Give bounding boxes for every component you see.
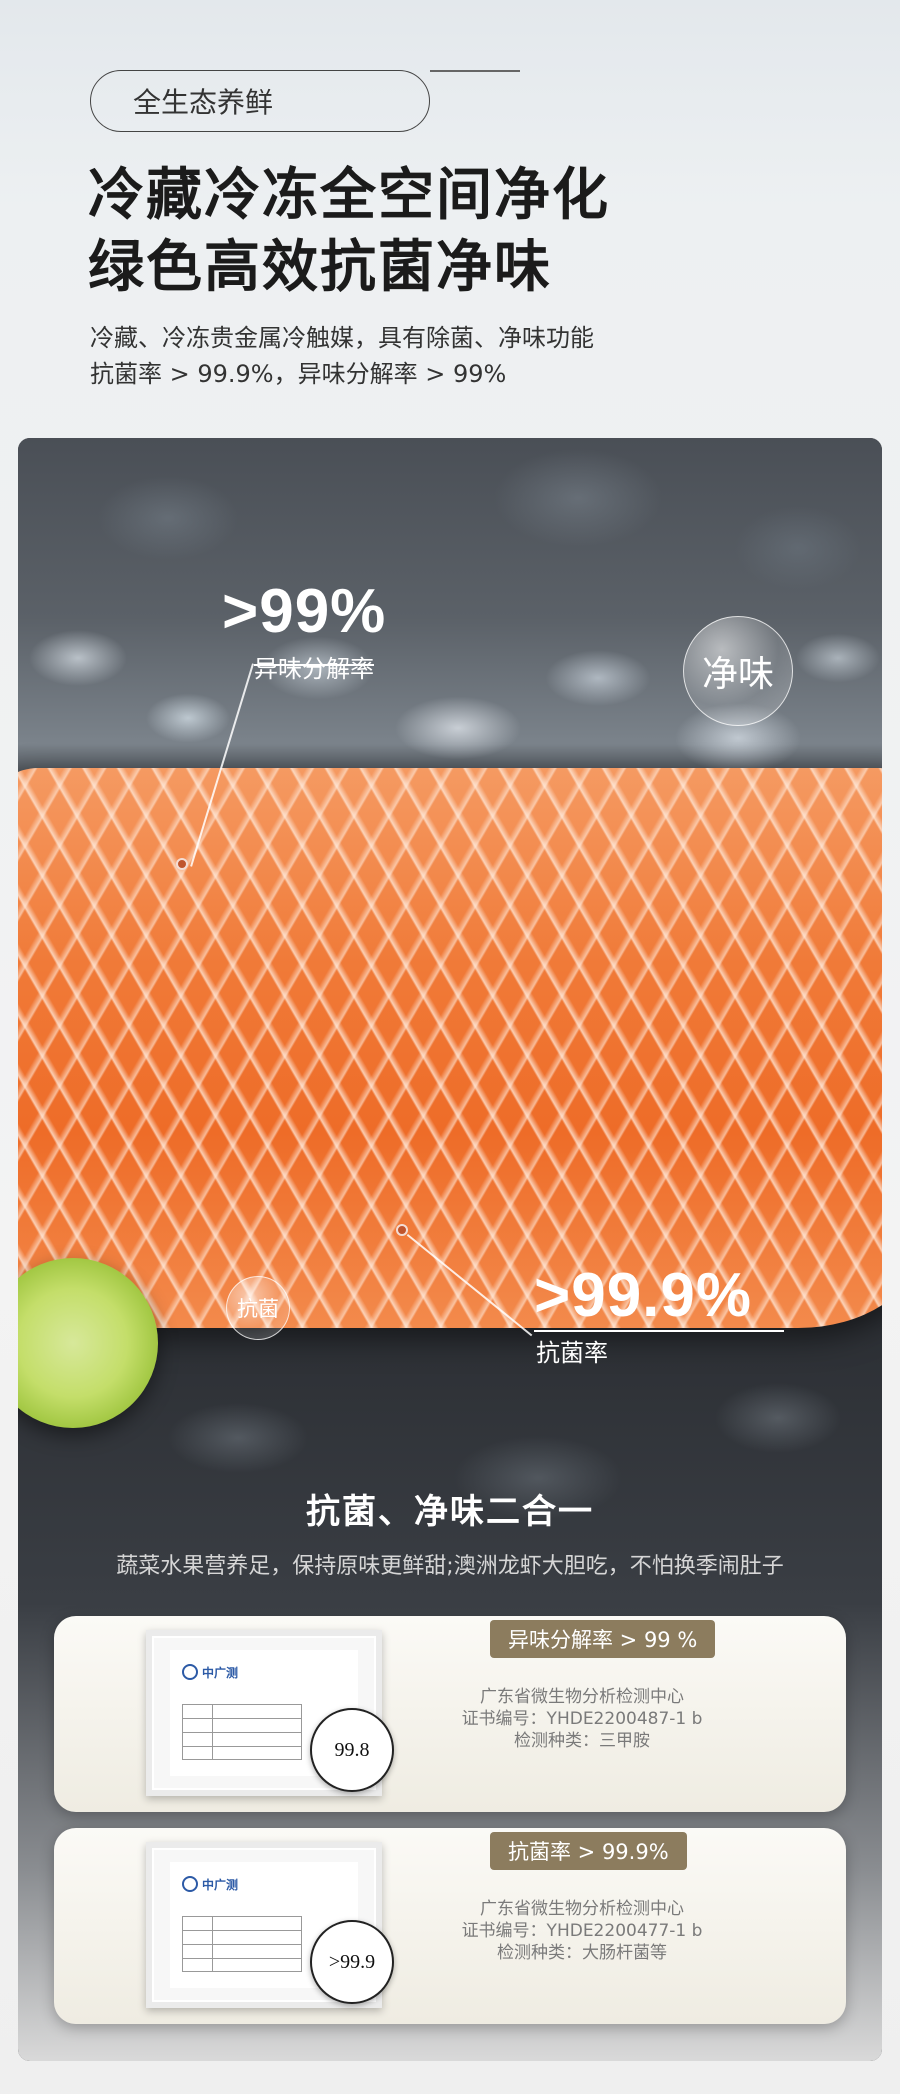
- certificate-document: 中广测 99.8: [170, 1650, 394, 1792]
- magnified-value: 99.8: [334, 1738, 370, 1761]
- antibacterial-stat: >99.9% 抗菌率: [534, 1260, 752, 1368]
- certificate-lab: 广东省微生物分析检测中心: [480, 1899, 684, 1919]
- antibacterial-bubble: 抗菌: [226, 1276, 290, 1340]
- desc-line-2: 抗菌率 > 99.9%，异味分解率 > 99%: [90, 360, 507, 388]
- certificate-image: 中广测 >99.9: [146, 1842, 394, 2008]
- odor-decomposition-stat: >99% 异味分解率: [222, 576, 386, 684]
- odor-stat-value: >99%: [222, 577, 387, 646]
- section-subdescription: 蔬菜水果营养足，保持原味更鲜甜;澳洲龙虾大胆吃，不怕换季闹肚子: [116, 1554, 784, 1579]
- title-line-1: 冷藏冷冻全空间净化: [88, 163, 610, 228]
- certificate-tag: 异味分解率 > 99 %: [490, 1620, 716, 1658]
- page-title: 冷藏冷冻全空间净化 绿色高效抗菌净味: [88, 160, 610, 304]
- antibacterial-stat-value: >99.9%: [534, 1261, 753, 1330]
- deodorize-bubble: 净味: [683, 616, 793, 726]
- lab-logo-icon: [182, 1876, 198, 1892]
- desc-line-1: 冷藏、冷冻贵金属冷触媒，具有除菌、净味功能: [90, 324, 594, 352]
- certificate-details: 广东省微生物分析检测中心 证书编号：YHDE2200477-1 b 检测种类：大…: [442, 1898, 722, 1964]
- title-line-2: 绿色高效抗菌净味: [88, 235, 552, 300]
- odor-stat-underline: [254, 664, 374, 666]
- antibacterial-bubble-label: 抗菌: [237, 1297, 279, 1321]
- odor-marker-dot: [176, 858, 188, 870]
- antibacterial-stat-underline: [534, 1330, 784, 1332]
- certificate-card-odor: 中广测 99.8 异味分解率 > 99 % 广东省微生物分析检测中心 证书编号：…: [54, 1616, 846, 1812]
- certificate-document: 中广测 >99.9: [170, 1862, 394, 2004]
- magnifier-lens: >99.9: [310, 1920, 394, 2004]
- certificate-card-antibacterial: 中广测 >99.9 抗菌率 > 99.9% 广东省微生物分析检测中心 证书编号：…: [54, 1828, 846, 2024]
- certificate-test-type: 检测种类：三甲胺: [514, 1731, 650, 1751]
- certificate-lab: 广东省微生物分析检测中心: [480, 1687, 684, 1707]
- certificate-number: 证书编号：YHDE2200477-1 b: [461, 1921, 703, 1941]
- certificate-number: 证书编号：YHDE2200487-1 b: [461, 1709, 703, 1729]
- certificate-image: 中广测 99.8: [146, 1630, 394, 1796]
- salmon-fillet-image: [18, 768, 882, 1328]
- antibacterial-stat-label: 抗菌率: [536, 1339, 608, 1367]
- product-photo-panel: >99% 异味分解率 净味 >99.9% 抗菌率 抗菌 抗菌、净味二合一 蔬菜水…: [18, 438, 882, 2061]
- feature-description: 冷藏、冷冻贵金属冷触媒，具有除菌、净味功能 抗菌率 > 99.9%，异味分解率 …: [90, 320, 594, 392]
- category-pill-label: 全生态养鲜: [133, 86, 274, 119]
- certificate-table: [182, 1916, 302, 1972]
- lab-logo-text: 中广测: [202, 1666, 239, 1680]
- magnified-value: >99.9: [328, 1950, 376, 1973]
- category-pill: 全生态养鲜: [90, 70, 430, 132]
- certificate-tag: 抗菌率 > 99.9%: [490, 1832, 687, 1870]
- magnifier-lens: 99.8: [310, 1708, 394, 1792]
- certificate-test-type: 检测种类：大肠杆菌等: [497, 1943, 667, 1963]
- section-subtitle: 抗菌、净味二合一: [306, 1492, 594, 1532]
- pill-decor-line: [430, 70, 520, 72]
- lab-logo-text: 中广测: [202, 1878, 239, 1892]
- certificate-details: 广东省微生物分析检测中心 证书编号：YHDE2200487-1 b 检测种类：三…: [442, 1686, 722, 1752]
- certificate-table: [182, 1704, 302, 1760]
- lab-logo-icon: [182, 1664, 198, 1680]
- deodorize-bubble-label: 净味: [701, 654, 774, 695]
